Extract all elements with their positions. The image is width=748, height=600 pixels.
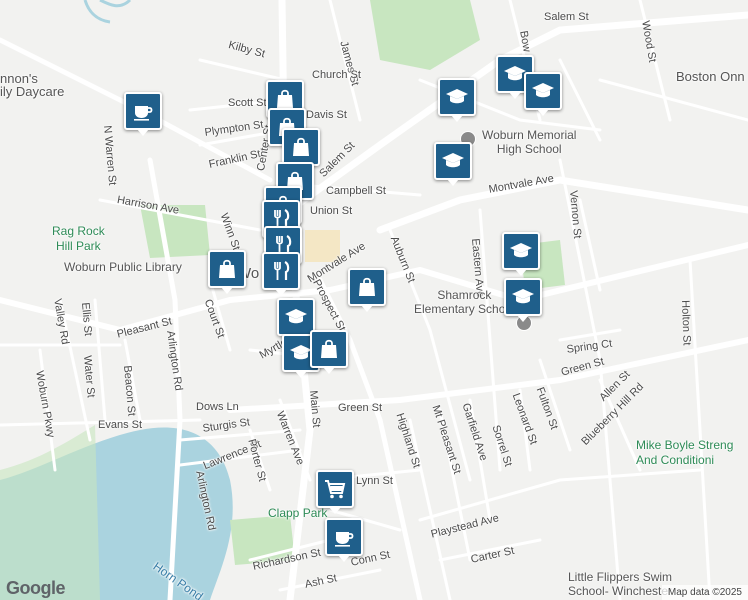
stream-water bbox=[83, 0, 132, 24]
store-marker[interactable] bbox=[348, 268, 386, 312]
street-label: Davis St bbox=[306, 109, 347, 121]
shopping-bag-icon bbox=[321, 339, 337, 358]
school-marker[interactable] bbox=[524, 72, 562, 116]
graduation-cap-icon bbox=[512, 289, 534, 304]
place-label[interactable]: Little Flippers Swim School- Winchester bbox=[568, 570, 672, 599]
shopping-bag-icon bbox=[293, 137, 309, 156]
street-label: Ellis St bbox=[79, 301, 94, 337]
street-label: Green St bbox=[338, 402, 383, 414]
graduation-cap-icon bbox=[285, 309, 307, 324]
school-marker[interactable] bbox=[277, 298, 315, 342]
shopping-bag-icon bbox=[359, 277, 375, 296]
street-label: Water St bbox=[81, 354, 97, 399]
coffee-cup-icon bbox=[134, 106, 153, 121]
street-label: Main St bbox=[307, 389, 323, 429]
place-label: Boston Onn bbox=[676, 69, 745, 84]
school-marker[interactable] bbox=[504, 278, 542, 322]
school-marker[interactable] bbox=[438, 78, 476, 122]
cafe-marker[interactable] bbox=[124, 92, 162, 136]
graduation-cap-icon bbox=[442, 153, 464, 168]
coffee-cup-icon bbox=[335, 532, 354, 547]
restaurant-marker[interactable] bbox=[262, 252, 300, 296]
street-label: Union St bbox=[310, 205, 353, 217]
street-label: Lynn St bbox=[356, 475, 393, 487]
place-label: nnon's ily Daycare bbox=[0, 71, 65, 99]
fork-knife-icon bbox=[274, 261, 290, 280]
place-label[interactable]: Shamrock Elementary School bbox=[414, 288, 515, 317]
park-area bbox=[370, 0, 480, 70]
grocery-marker[interactable] bbox=[316, 470, 354, 514]
school-marker[interactable] bbox=[502, 232, 540, 276]
graduation-cap-icon bbox=[510, 243, 532, 258]
graduation-cap-icon bbox=[532, 83, 554, 98]
map-canvas[interactable]: Salem St Wood St Bow St Kilby St James S… bbox=[0, 0, 748, 600]
cafe-marker[interactable] bbox=[325, 518, 363, 562]
street-label: Holton St bbox=[679, 299, 693, 346]
school-marker[interactable] bbox=[434, 142, 472, 186]
map-attribution[interactable]: Map data ©2025 bbox=[661, 585, 748, 600]
street-label: Campbell St bbox=[326, 185, 386, 197]
shopping-cart-icon bbox=[325, 480, 346, 499]
street-label: Scott St bbox=[228, 97, 267, 109]
street-label: Dows Ln bbox=[196, 401, 239, 413]
google-logo[interactable]: Google bbox=[6, 578, 66, 599]
park-label[interactable]: Rag Rock Hill Park bbox=[52, 224, 105, 254]
street-label: Salem St bbox=[544, 11, 589, 23]
park-label[interactable]: Clapp Park bbox=[268, 506, 327, 521]
store-marker[interactable] bbox=[310, 330, 348, 374]
shopping-bag-icon bbox=[219, 259, 235, 278]
graduation-cap-icon bbox=[446, 89, 468, 104]
place-label[interactable]: Mike Boyle Streng And Conditioni bbox=[636, 438, 733, 468]
street-label: Evans St bbox=[98, 419, 143, 431]
place-label[interactable]: Woburn Memorial High School bbox=[482, 128, 576, 157]
street-label: Church St bbox=[312, 69, 361, 81]
place-label[interactable]: Woburn Public Library bbox=[64, 260, 182, 274]
park-area bbox=[0, 425, 100, 600]
store-marker[interactable] bbox=[208, 250, 246, 294]
store-marker[interactable] bbox=[282, 128, 320, 172]
